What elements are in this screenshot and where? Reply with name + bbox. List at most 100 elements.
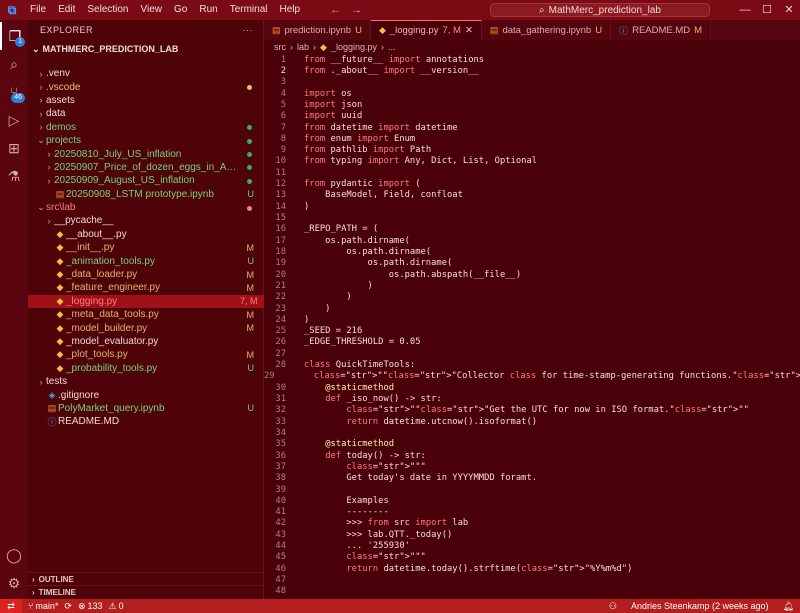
code-line[interactable]: 6 import uuid [264,111,800,122]
tree-file[interactable]: ◆ _probability_tools.py U [28,362,264,375]
code-line[interactable]: 35 @staticmethod [264,439,800,450]
tree-file[interactable]: ▤ 20250908_LSTM prototype.ipynb U [28,188,264,201]
tree-folder[interactable]: ⌄ projects [28,134,264,147]
code-line[interactable]: 9 from pathlib import Path [264,145,800,156]
code-line[interactable]: 2 from ._about__ import __version__ [264,65,800,76]
code-line[interactable]: 36 def today() -> str: [264,450,800,461]
tree-file[interactable]: ◆ _logging.py 7, M [28,294,264,309]
tree-folder[interactable]: › tests [28,375,264,388]
code-line[interactable]: 31 def _iso_now() -> str: [264,393,800,404]
code-line[interactable]: 48 [264,586,800,597]
code-line[interactable]: 10 from typing import Any, Dict, List, Op… [264,156,800,167]
code-line[interactable]: 38 Get today's date in YYYYMMDD foramt. [264,473,800,484]
search-icon[interactable]: ⌕ [0,50,28,78]
bell-icon[interactable]: 🔔︎ [783,599,794,613]
tree-folder[interactable]: › 20250810_July_US_inflation [28,147,264,160]
testing-icon[interactable]: ⚗ [0,162,28,190]
menu-file[interactable]: File [24,0,52,20]
code-line[interactable]: 34 [264,427,800,438]
branch-name[interactable]: main* [35,601,58,611]
menu-run[interactable]: Run [193,0,223,20]
close-tab-icon[interactable]: ✕ [465,25,473,36]
code-line[interactable]: 16 _REPO_PATH = ( [264,224,800,235]
tree-file[interactable]: ◆ __about__.py [28,228,264,241]
run-debug-icon[interactable]: ▷ [0,106,28,134]
tree-file[interactable]: ◆ _plot_tools.py M [28,348,264,361]
code-line[interactable]: 26 _EDGE_THRESHOLD = 0.05 [264,337,800,348]
tree-folder[interactable]: › data [28,107,264,120]
tree-file[interactable]: ◆ _model_evaluator.py [28,335,264,348]
code-line[interactable]: 28 class QuickTimeTools: [264,359,800,370]
code-line[interactable]: 13 BaseModel, Field, confloat [264,190,800,201]
code-line[interactable]: 27 [264,348,800,359]
menu-help[interactable]: Help [274,0,307,20]
problems-count[interactable]: 133 [88,601,103,611]
code-line[interactable]: 41 -------- [264,507,800,518]
tree-folder[interactable]: › demos [28,121,264,134]
outline-section[interactable]: › OUTLINE [28,572,264,585]
tree-folder[interactable]: › 20250907_Price_of_dozen_eggs_in_August [28,161,264,174]
editor-tab[interactable]: ▤ data_gathering.ipynb U [482,20,612,40]
explorer-icon[interactable]: ❐ 1 [0,22,28,50]
tree-file[interactable]: ◆ _model_builder.py M [28,321,264,334]
extensions-icon[interactable]: ⊞ [0,134,28,162]
code-line[interactable]: 32 class="str">""class="str">"Get the UT… [264,405,800,416]
editor-tab[interactable]: ⓘ README.MD M [611,20,712,40]
tree-file[interactable]: ◈ .gitignore [28,388,264,401]
command-center-search[interactable]: ⌕ MathMerc_prediction_lab [490,3,710,17]
code-line[interactable]: 43 >>> lab.QTT._today() [264,529,800,540]
code-line[interactable]: 8 from enum import Enum [264,133,800,144]
menu-terminal[interactable]: Terminal [224,0,274,20]
workspace-root[interactable]: ⌄ MATHMERC_PREDICTION_LAB [28,40,263,58]
code-line[interactable]: 47 [264,574,800,585]
code-line[interactable]: 22 ) [264,292,800,303]
code-line[interactable]: 15 [264,212,800,223]
code-line[interactable]: 12 from pydantic import ( [264,178,800,189]
minimize-icon[interactable]: — [734,0,756,20]
code-line[interactable]: 37 class="str">""" [264,461,800,472]
warnings-count[interactable]: 0 [119,601,124,611]
tree-file[interactable]: ◆ _meta_data_tools.py M [28,308,264,321]
code-line[interactable]: 29 class="str">""class="str">"Collector … [264,371,800,382]
code-line[interactable]: 17 os.path.dirname( [264,235,800,246]
close-icon[interactable]: ✕ [778,0,800,20]
code-line[interactable]: 23 ) [264,303,800,314]
code-line[interactable]: 39 [264,484,800,495]
timeline-section[interactable]: › TIMELINE [28,585,264,598]
sync-icon[interactable]: ⟳ [64,601,72,612]
maximize-icon[interactable]: ☐ [756,0,778,20]
tree-file[interactable]: ◆ _data_loader.py M [28,268,264,281]
back-arrow-icon[interactable]: ← [330,4,341,16]
code-line[interactable]: 4 import os [264,88,800,99]
code-line[interactable]: 33 return datetime.utcnow().isoformat() [264,416,800,427]
code-line[interactable]: 14) [264,201,800,212]
breadcrumb-symbol[interactable]: ... [388,42,396,52]
code-line[interactable]: 30 @staticmethod [264,382,800,393]
editor-tab[interactable]: ▤ prediction.ipynb U [264,20,371,40]
settings-gear-icon[interactable]: ⚙ [0,569,28,597]
tree-folder[interactable]: › .vscode [28,80,264,93]
code-line[interactable]: 42 >>> from src import lab [264,518,800,529]
code-line[interactable]: 1 from __future__ import annotations [264,54,800,65]
code-line[interactable]: 5 import json [264,99,800,110]
tree-folder[interactable]: ⌄ src\lab [28,201,264,214]
tree-file[interactable]: ◆ __init__.py M [28,241,264,254]
editor-tab[interactable]: ◆ _logging.py 7, M ✕ [370,20,482,40]
breadcrumb-file[interactable]: _logging.py [331,42,377,52]
code-editor[interactable]: 1 from __future__ import annotations 2 from… [264,54,800,599]
tree-file[interactable]: ⓘ README.MD [28,415,264,428]
code-line[interactable]: 44 ... '255930' [264,540,800,551]
code-line[interactable]: 24) [264,314,800,325]
account-icon[interactable]: ◯ [0,541,28,569]
menu-view[interactable]: View [135,0,169,20]
code-line[interactable]: 7 from datetime import datetime [264,122,800,133]
code-line[interactable]: 11 [264,167,800,178]
code-line[interactable]: 40 Examples [264,495,800,506]
tree-file[interactable]: ◆ _feature_engineer.py M [28,281,264,294]
breadcrumb-lab[interactable]: lab [297,42,309,52]
code-line[interactable]: 21 ) [264,280,800,291]
tree-folder[interactable]: › __pycache__ [28,214,264,227]
tree-file[interactable]: ▤ PolyMarket_query.ipynb U [28,402,264,415]
remote-indicator-icon[interactable]: ⇄ [0,599,22,613]
code-line[interactable]: 3 [264,77,800,88]
